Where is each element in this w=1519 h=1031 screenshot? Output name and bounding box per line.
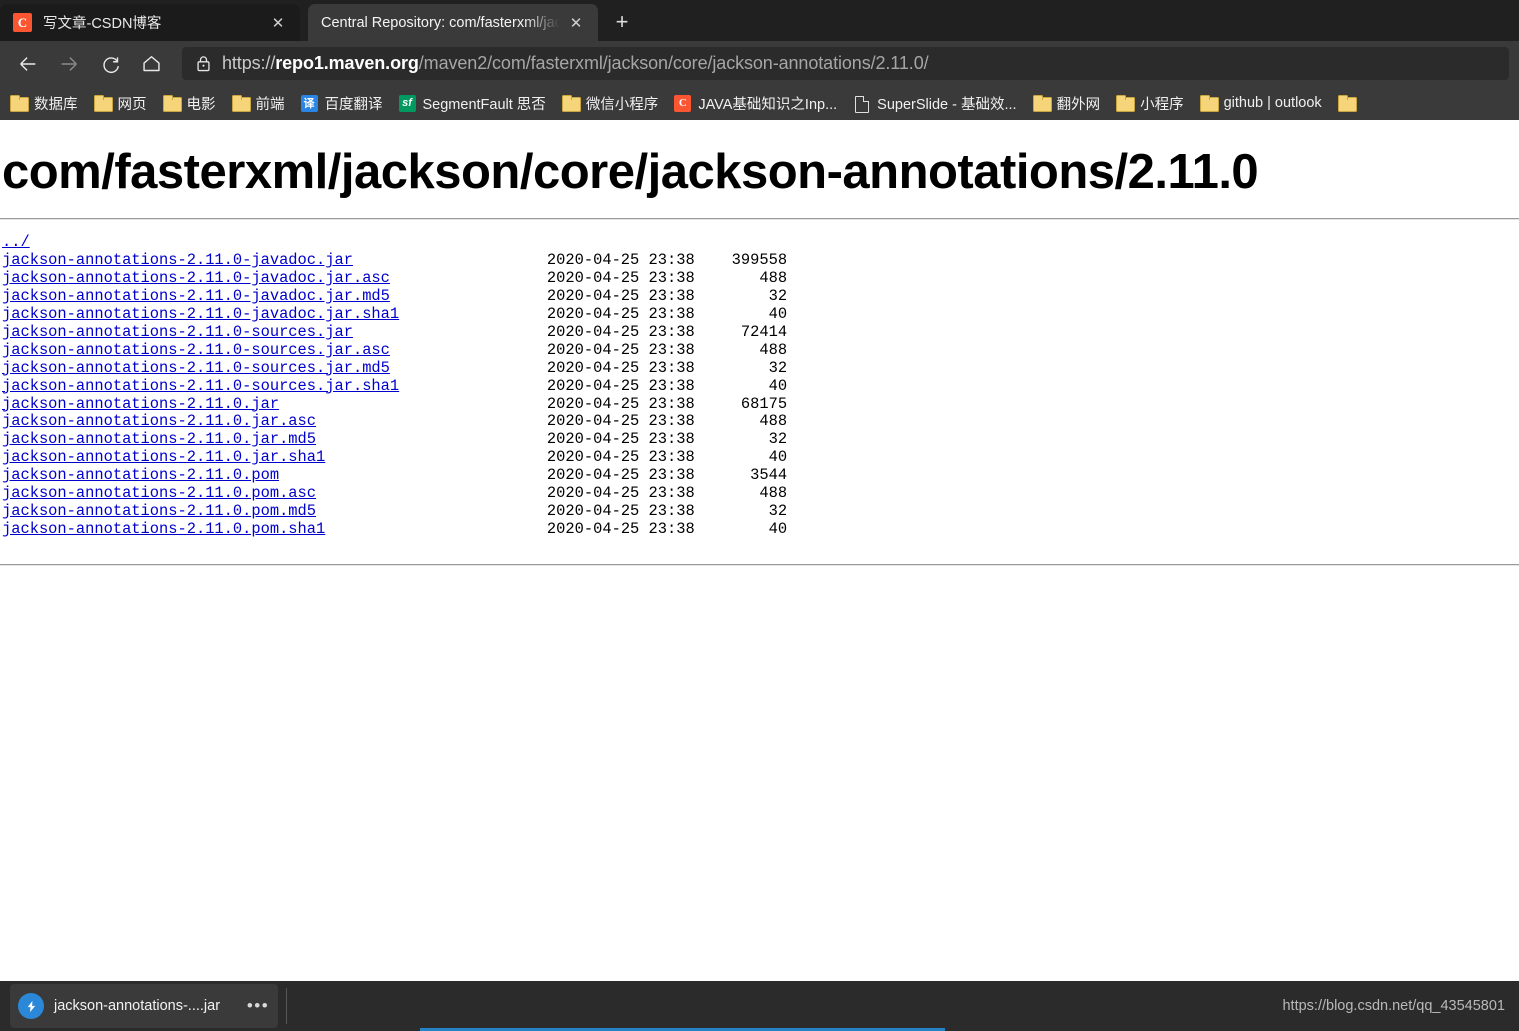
folder-icon [1199,94,1219,112]
address-bar[interactable]: https://repo1.maven.org/maven2/com/faste… [182,47,1509,80]
bookmark-item[interactable] [1331,90,1369,116]
document-icon [853,95,870,113]
bookmark-item[interactable]: 微信小程序 [555,90,666,116]
bookmark-item[interactable]: 网页 [87,90,154,116]
bookmark-label: 数据库 [34,96,78,113]
segmentfault-icon: sf [398,94,416,112]
file-link[interactable]: jackson-annotations-2.11.0-javadoc.jar.s… [2,305,399,323]
url-host: repo1.maven.org [275,53,419,73]
watermark: https://blog.csdn.net/qq_43545801 [1282,998,1505,1014]
download-arrow-icon [18,993,44,1019]
bookmark-item[interactable]: 译 百度翻译 [294,90,390,116]
file-link[interactable]: jackson-annotations-2.11.0-javadoc.jar [2,251,353,269]
file-link[interactable]: jackson-annotations-2.11.0.pom [2,466,279,484]
bookmark-item[interactable]: github | outlook [1193,90,1329,116]
bookmark-item[interactable]: C JAVA基础知识之Inp... [667,90,844,116]
tab-csdn[interactable]: C 写文章-CSDN博客 ✕ [0,4,300,41]
file-link[interactable]: jackson-annotations-2.11.0.pom.md5 [2,502,316,520]
tab-title: Central Repository: com/fasterxml/jackso… [321,14,560,31]
bookmark-label: 小程序 [1140,96,1184,113]
file-link[interactable]: jackson-annotations-2.11.0-sources.jar [2,323,353,341]
forward-button[interactable] [51,48,87,80]
folder-icon [1116,94,1136,112]
file-link[interactable]: jackson-annotations-2.11.0.jar.md5 [2,430,316,448]
url-text: https://repo1.maven.org/maven2/com/faste… [222,53,929,74]
refresh-icon[interactable] [92,48,128,80]
browser-window: C 写文章-CSDN博客 ✕ Central Repository: com/f… [0,0,1519,1031]
file-link[interactable]: jackson-annotations-2.11.0.pom.asc [2,484,316,502]
bookmark-item[interactable]: 前端 [225,90,292,116]
header-divider [0,218,1519,221]
url-scheme: https:// [222,53,276,73]
download-meta: jackson-annotations-....jar [54,997,244,1015]
back-button[interactable] [10,48,46,80]
bookmark-label: SegmentFault 思否 [422,96,546,113]
file-link[interactable]: jackson-annotations-2.11.0-sources.jar.m… [2,359,390,377]
bookmark-item[interactable]: 电影 [156,90,223,116]
file-link[interactable]: jackson-annotations-2.11.0-sources.jar.s… [2,377,399,395]
bookmark-label: 网页 [117,96,147,113]
bookmark-item[interactable]: 翻外网 [1026,90,1108,116]
footer-divider [0,563,1519,566]
bookmark-label: 电影 [186,96,216,113]
bookmark-label: 百度翻译 [324,96,383,113]
folder-icon [1032,94,1052,112]
parent-directory-link[interactable]: ../ [2,233,30,251]
folder-icon [162,94,182,112]
csdn-favicon-icon: C [13,13,32,32]
home-icon[interactable] [133,48,169,80]
bookmark-label: github | outlook [1223,95,1322,111]
bookmark-label: 前端 [255,96,285,113]
file-link[interactable]: jackson-annotations-2.11.0-sources.jar.a… [2,341,390,359]
bookmark-item[interactable]: 小程序 [1109,90,1191,116]
close-icon[interactable]: ✕ [564,11,588,35]
folder-icon [10,94,29,112]
page-title: com/fasterxml/jackson/core/jackson-annot… [2,145,1259,199]
folder-icon [93,94,113,112]
csdn-icon: C [674,94,692,112]
navigation-toolbar: https://repo1.maven.org/maven2/com/faste… [0,41,1519,86]
tab-strip: C 写文章-CSDN博客 ✕ Central Repository: com/f… [0,0,1519,41]
url-path: /maven2/com/fasterxml/jackson/core/jacks… [418,53,929,73]
file-link[interactable]: jackson-annotations-2.11.0.pom.sha1 [2,520,325,538]
translate-icon: 译 [300,94,318,112]
bookmarks-bar: 数据库 网页 电影 前端 译 百度翻译 sf SegmentFault 思否 微… [0,86,1519,120]
file-link[interactable]: jackson-annotations-2.11.0.jar [2,395,279,413]
download-item[interactable]: jackson-annotations-....jar ••• [10,984,278,1028]
download-file-name: jackson-annotations-....jar [54,998,221,1014]
bookmark-label: JAVA基础知识之Inp... [698,96,838,113]
file-link[interactable]: jackson-annotations-2.11.0.jar.sha1 [2,448,325,466]
directory-listing: ../ jackson-annotations-2.11.0-javadoc.j… [2,233,788,538]
close-icon[interactable]: ✕ [266,11,290,35]
bookmark-label: 翻外网 [1056,96,1101,113]
tab-title: 写文章-CSDN博客 [43,16,162,32]
new-tab-button[interactable]: + [604,5,640,39]
page-viewport: com/fasterxml/jackson/core/jackson-annot… [0,120,1519,981]
folder-icon [231,94,251,112]
bookmark-item[interactable]: 数据库 [3,90,85,116]
bookmark-label: 微信小程序 [585,96,659,113]
file-link[interactable]: jackson-annotations-2.11.0-javadoc.jar.a… [2,269,390,287]
bookmark-label: SuperSlide - 基础效... [877,96,1017,113]
bookmark-item[interactable]: SuperSlide - 基础效... [846,90,1023,116]
folder-icon [1337,94,1357,112]
lock-icon [192,53,214,75]
bookmark-item[interactable]: sf SegmentFault 思否 [392,90,553,116]
download-more-button[interactable]: ••• [244,992,272,1020]
file-link[interactable]: jackson-annotations-2.11.0-javadoc.jar.m… [2,287,390,305]
tab-maven-central[interactable]: Central Repository: com/fasterxml/jackso… [308,4,598,41]
shelf-divider [286,988,287,1024]
folder-icon [561,94,581,112]
download-shelf: jackson-annotations-....jar ••• https://… [0,981,1519,1031]
file-link[interactable]: jackson-annotations-2.11.0.jar.asc [2,412,316,430]
